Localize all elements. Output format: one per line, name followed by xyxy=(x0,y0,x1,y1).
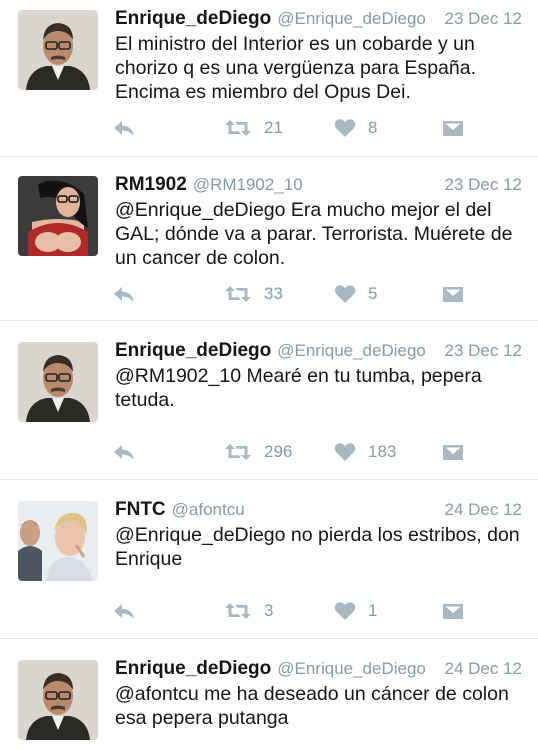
user-handle[interactable]: @Enrique_deDiego xyxy=(277,341,426,360)
tweet-date[interactable]: 23 Dec 12 xyxy=(445,341,523,361)
retweet-button[interactable]: 33 xyxy=(224,282,283,306)
direct-message-icon xyxy=(443,445,463,460)
retweet-count: 33 xyxy=(264,284,283,303)
like-button[interactable]: 1 xyxy=(334,599,377,623)
tweet-header: Enrique_deDiego @Enrique_deDiego 23 Dec 1… xyxy=(115,340,522,362)
reply-icon xyxy=(114,445,134,460)
tweet-actions: 21 8 xyxy=(112,116,472,140)
direct-message-icon xyxy=(443,121,463,136)
avatar[interactable] xyxy=(18,501,98,581)
heart-icon xyxy=(334,285,356,303)
tweet-actions: 296 183 xyxy=(112,440,472,464)
like-count: 5 xyxy=(368,284,378,303)
tweet[interactable]: Enrique_deDiego @Enrique_deDiego 23 Dec 1… xyxy=(0,322,538,480)
like-button[interactable]: 183 xyxy=(334,440,396,464)
tweet[interactable]: FNTC @afontcu 24 Dec 12 @Enrique_deDiego … xyxy=(0,481,538,639)
tweet-actions: 33 5 xyxy=(112,282,472,306)
tweet-text: @Enrique_deDiego no pierda los estribos,… xyxy=(115,524,520,570)
like-count: 8 xyxy=(368,118,378,137)
tweet-date[interactable]: 23 Dec 12 xyxy=(445,9,523,29)
display-name[interactable]: Enrique_deDiego xyxy=(115,8,271,29)
reply-icon xyxy=(114,121,134,136)
tweet-date[interactable]: 24 Dec 12 xyxy=(445,659,523,679)
avatar[interactable] xyxy=(18,176,98,256)
tweet-text: @Enrique_deDiego Era mucho mejor el del … xyxy=(115,199,513,269)
tweet[interactable]: Enrique_deDiego @Enrique_deDiego 23 Dec 1… xyxy=(0,0,538,157)
tweet-date[interactable]: 23 Dec 12 xyxy=(445,175,523,195)
display-name[interactable]: FNTC xyxy=(115,499,166,520)
user-handle[interactable]: @afontcu xyxy=(172,500,245,519)
retweet-icon xyxy=(225,603,251,619)
retweet-count: 296 xyxy=(264,442,293,461)
retweet-count: 3 xyxy=(264,601,274,620)
direct-message-button[interactable] xyxy=(442,282,464,306)
tweet[interactable]: RM1902 @RM1902_10 23 Dec 12 @Enrique_deDi… xyxy=(0,158,538,321)
like-count: 183 xyxy=(368,442,397,461)
avatar[interactable] xyxy=(18,10,98,90)
tweet[interactable]: Enrique_deDiego @Enrique_deDiego 24 Dec 1… xyxy=(0,640,538,750)
like-button[interactable]: 8 xyxy=(334,116,377,140)
tweet-header: FNTC @afontcu 24 Dec 12 xyxy=(115,499,522,521)
reply-button[interactable] xyxy=(112,282,136,306)
display-name[interactable]: Enrique_deDiego xyxy=(115,340,271,361)
retweet-button[interactable]: 21 xyxy=(224,116,283,140)
retweet-count: 21 xyxy=(264,118,283,137)
avatar[interactable] xyxy=(18,342,98,422)
tweet-text: @afontcu me ha deseado un cáncer de colo… xyxy=(115,683,509,729)
heart-icon xyxy=(334,443,356,461)
direct-message-icon xyxy=(443,604,463,619)
tweet-header: Enrique_deDiego @Enrique_deDiego 24 Dec 1… xyxy=(115,658,522,680)
display-name[interactable]: Enrique_deDiego xyxy=(115,658,271,679)
tweet-actions: 3 1 xyxy=(112,599,472,623)
tweet-header: Enrique_deDiego @Enrique_deDiego 23 Dec 1… xyxy=(115,8,522,30)
like-button[interactable]: 5 xyxy=(334,282,377,306)
direct-message-button[interactable] xyxy=(442,116,464,140)
retweet-button[interactable]: 3 xyxy=(224,599,273,623)
tweet-text: @RM1902_10 Mearé en tu tumba, pepera tet… xyxy=(115,365,482,411)
tweet-date[interactable]: 24 Dec 12 xyxy=(445,500,523,520)
user-handle[interactable]: @RM1902_10 xyxy=(193,175,303,194)
reply-button[interactable] xyxy=(112,116,136,140)
avatar[interactable] xyxy=(18,660,98,740)
retweet-icon xyxy=(225,120,251,136)
tweet-text: El ministro del Interior es un cobarde y… xyxy=(115,33,476,103)
user-handle[interactable]: @Enrique_deDiego xyxy=(277,659,426,678)
reply-button[interactable] xyxy=(112,440,136,464)
direct-message-icon xyxy=(443,287,463,302)
direct-message-button[interactable] xyxy=(442,440,464,464)
reply-icon xyxy=(114,287,134,302)
retweet-icon xyxy=(225,286,251,302)
display-name[interactable]: RM1902 xyxy=(115,174,187,195)
retweet-button[interactable]: 296 xyxy=(224,440,292,464)
retweet-icon xyxy=(225,444,251,460)
heart-icon xyxy=(334,602,356,620)
direct-message-button[interactable] xyxy=(442,599,464,623)
tweet-header: RM1902 @RM1902_10 23 Dec 12 xyxy=(115,174,522,196)
user-handle[interactable]: @Enrique_deDiego xyxy=(277,9,426,28)
reply-button[interactable] xyxy=(112,599,136,623)
like-count: 1 xyxy=(368,601,378,620)
heart-icon xyxy=(334,119,356,137)
reply-icon xyxy=(114,604,134,619)
